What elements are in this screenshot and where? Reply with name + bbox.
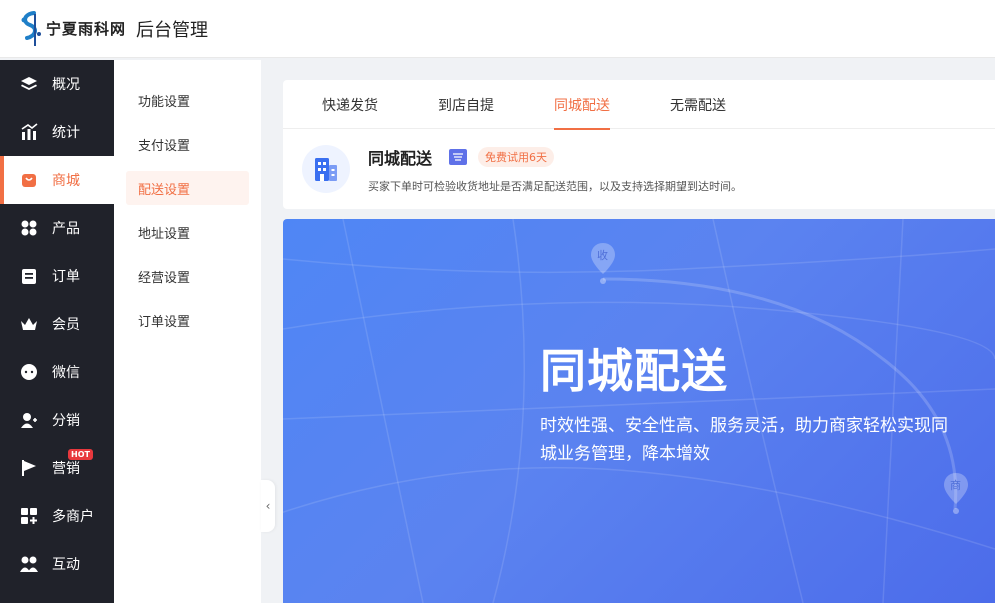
collapse-sidebar-button[interactable]: ‹ [261,480,275,532]
sidebar-item-label: 商城 [52,173,80,189]
sidebar-item-wechat[interactable]: 微信 [0,348,114,396]
trial-badge: 免费试用6天 [478,147,555,167]
delivery-tabs: 快递发货 到店自提 同城配送 无需配送 [283,80,995,130]
building-icon [302,145,350,193]
subnav-address-settings[interactable]: 地址设置 [126,215,249,249]
pin-receive-label: 收 [597,249,608,262]
hot-badge: HOT [68,449,93,460]
tab-local-delivery[interactable]: 同城配送 [554,80,610,130]
sidebar-item-distribution[interactable]: 分销 [0,396,114,444]
pin-store-icon: 商 [943,472,969,518]
sidebar-item-label: 多商户 [52,509,94,525]
crown-icon [20,315,38,333]
sidebar-item-overview[interactable]: 概况 [0,60,114,108]
chevron-left-icon: ‹ [265,499,271,513]
sidebar-item-shop[interactable]: 商城 [0,156,114,204]
tab-self-pickup[interactable]: 到店自提 [438,80,494,129]
shop-icon [20,171,38,189]
banner-description: 时效性强、安全性高、服务灵活，助力商家轻松实现同城业务管理，降本增效 [540,416,948,464]
subnav-order-settings[interactable]: 订单设置 [126,303,249,337]
sidebar-item-marketing[interactable]: 营销 HOT [0,444,114,492]
feature-title-row: 同城配送 免费试用6天 [368,145,742,169]
tab-no-delivery[interactable]: 无需配送 [670,80,726,129]
feature-description: 买家下单时可检验收货地址是否满足配送范围，以及支持选择期望到达时间。 [368,180,742,193]
sidebar-item-label: 营销 [52,461,80,477]
logo[interactable]: 宁夏雨科网 [18,10,126,48]
sidebar-item-label: 微信 [52,365,80,381]
sidebar-item-multi-merchant[interactable]: 多商户 [0,492,114,540]
subnav-business-settings[interactable]: 经营设置 [126,259,249,293]
feature-title: 同城配送 [368,149,433,168]
subnav-function-settings[interactable]: 功能设置 [126,83,249,117]
feature-header: 同城配送 免费试用6天 买家下单时可检验收货地址是否满足配送范围，以及支持选择期… [283,129,995,194]
flag-icon [20,459,38,477]
map-background [283,219,995,603]
feature-body: 同城配送 免费试用6天 买家下单时可检验收货地址是否满足配送范围，以及支持选择期… [368,145,742,194]
logo-text: 宁夏雨科网 [46,20,127,38]
delivery-card: 快递发货 到店自提 同城配送 无需配送 同城配送 免费试用6天 买家下单时可检验… [283,80,995,209]
vip-tag-icon [449,149,468,165]
sidebar-item-members[interactable]: 会员 [0,300,114,348]
sidebar-item-label: 会员 [52,317,80,333]
sidebar-item-label: 概况 [52,77,80,93]
sidebar-item-stats[interactable]: 统计 [0,108,114,156]
logo-mark-icon [18,10,44,48]
sidebar-item-label: 产品 [52,221,80,237]
main-sidebar: 概况 统计 商城 产品 订单 会员 微信 分销 营销 HOT 多商户 互动 [0,60,114,603]
page-title: 后台管理 [136,19,209,41]
subnav-delivery-settings[interactable]: 配送设置 [126,171,249,205]
chart-icon [20,123,38,141]
chat-icon [20,363,38,381]
sidebar-item-products[interactable]: 产品 [0,204,114,252]
interact-icon [20,555,38,573]
sidebar-item-label: 订单 [52,269,80,285]
sidebar-item-label: 分销 [52,413,80,429]
subnav-payment-settings[interactable]: 支付设置 [126,127,249,161]
pin-receive-icon: 收 [590,242,616,288]
sidebar-item-interact[interactable]: 互动 [0,540,114,588]
sidebar-item-orders[interactable]: 订单 [0,252,114,300]
sidebar-item-label: 统计 [52,125,80,141]
order-icon [20,267,38,285]
promo-banner: 收 商 同城配送 时效性强、安全性高、服务灵活，助力商家轻松实现同城业务管理，降… [283,219,995,603]
user-icon [20,411,38,429]
pin-store-label: 商 [950,479,961,492]
tab-express[interactable]: 快递发货 [322,80,378,129]
layers-icon [20,75,38,93]
sidebar-item-label: 互动 [52,557,80,573]
store-icon [20,507,38,525]
grid-icon [20,219,38,237]
sub-sidebar: 功能设置 支付设置 配送设置 地址设置 经营设置 订单设置 [114,60,261,603]
app-header: 宁夏雨科网 后台管理 [0,0,995,58]
banner-title: 同城配送 [540,344,728,398]
